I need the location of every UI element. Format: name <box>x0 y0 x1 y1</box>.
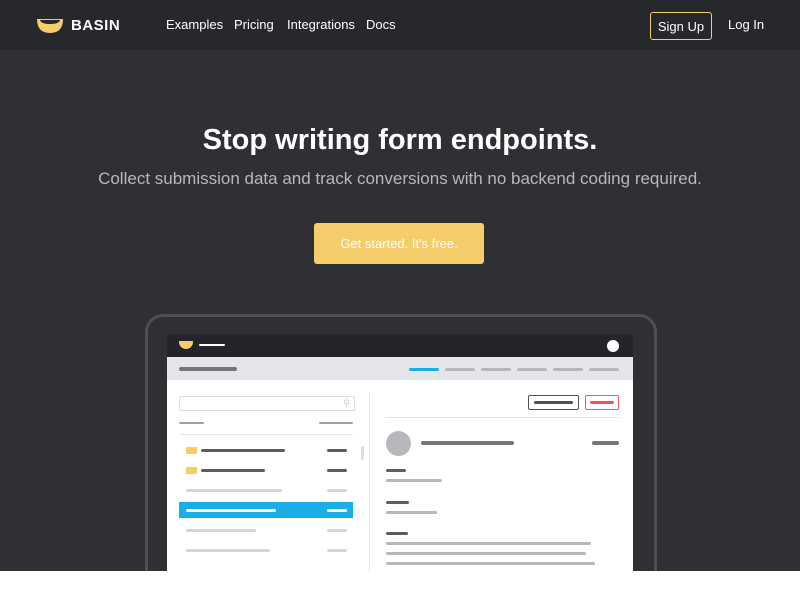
mockup-sidebar: ⚲ <box>167 380 369 571</box>
mockup-column-header <box>319 422 353 424</box>
nav-link-pricing[interactable]: Pricing <box>234 17 274 32</box>
mockup-list-item-selected <box>179 502 353 518</box>
page-content-below-fold <box>0 571 800 600</box>
mockup-field-label <box>386 532 408 535</box>
mockup-divider <box>386 417 619 418</box>
mockup-tab <box>445 368 475 371</box>
top-navigation-bar: BASIN Examples Pricing Integrations Docs… <box>0 0 800 50</box>
mockup-delete-button <box>585 395 619 410</box>
mockup-tab <box>553 368 583 371</box>
mockup-scrollbar <box>361 446 364 460</box>
bowl-icon <box>37 19 63 33</box>
mockup-tab <box>517 368 547 371</box>
mockup-toolbar-title <box>179 367 237 371</box>
mockup-app-title <box>199 344 225 346</box>
page-subheadline: Collect submission data and track conver… <box>98 169 702 188</box>
folder-icon <box>186 467 197 474</box>
mockup-field-value <box>386 552 586 555</box>
mockup-field-value <box>386 511 437 514</box>
mockup-avatar-icon <box>607 340 619 352</box>
mockup-user-avatar-icon <box>386 431 411 456</box>
get-started-button[interactable]: Get started. It's free. <box>314 223 484 264</box>
brand-name: BASIN <box>71 17 121 34</box>
mockup-action-button <box>528 395 579 410</box>
mockup-column-header <box>179 422 204 424</box>
mockup-sender-name <box>421 441 514 445</box>
brand-logo[interactable]: BASIN <box>36 14 126 38</box>
sign-up-button[interactable]: Sign Up <box>650 12 712 40</box>
mockup-list-item <box>179 462 353 478</box>
mockup-app-bar <box>167 334 633 357</box>
mockup-timestamp <box>592 441 619 445</box>
folder-icon <box>186 447 197 454</box>
nav-link-docs[interactable]: Docs <box>366 17 396 32</box>
mockup-tab-active <box>409 368 439 371</box>
mockup-search-box: ⚲ <box>179 396 355 411</box>
mockup-list-item <box>179 522 353 538</box>
mockup-field-label <box>386 501 409 504</box>
mockup-tab <box>481 368 511 371</box>
mockup-logo-icon <box>179 341 193 349</box>
mockup-pane-divider <box>369 392 370 571</box>
nav-link-integrations[interactable]: Integrations <box>287 17 355 32</box>
app-mockup-screen: ⚲ <box>167 334 633 571</box>
nav-link-examples[interactable]: Examples <box>166 17 223 32</box>
mockup-list-item <box>179 442 353 458</box>
mockup-list-item <box>179 482 353 498</box>
search-icon: ⚲ <box>343 398 350 408</box>
mockup-field-value <box>386 542 591 545</box>
mockup-field-value <box>386 479 442 482</box>
mockup-list-item <box>179 542 353 558</box>
page-headline: Stop writing form endpoints. <box>202 124 598 156</box>
mockup-field-label <box>386 469 406 472</box>
mockup-tab <box>589 368 619 371</box>
hero-section: BASIN Examples Pricing Integrations Docs… <box>0 0 800 571</box>
mockup-divider <box>179 434 353 435</box>
mockup-toolbar <box>167 357 633 380</box>
mockup-field-value <box>386 562 595 565</box>
log-in-link[interactable]: Log In <box>728 17 764 32</box>
